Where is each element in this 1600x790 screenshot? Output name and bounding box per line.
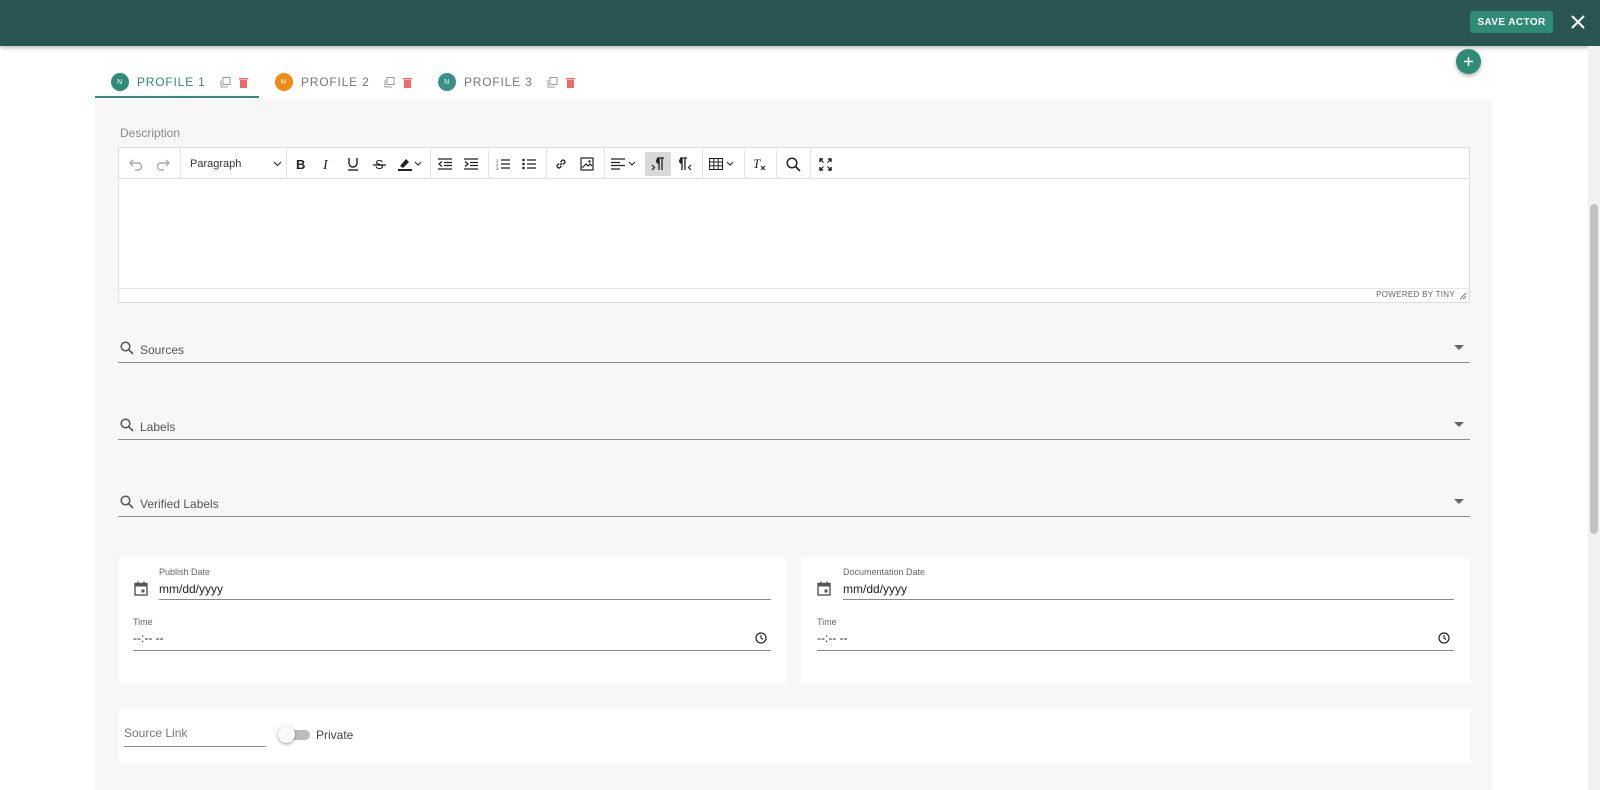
sources-placeholder: Sources: [140, 343, 185, 357]
profile-avatar: N: [111, 73, 129, 91]
redo-icon[interactable]: [151, 152, 175, 176]
tab-profile-1[interactable]: N PROFILE 1: [111, 66, 250, 98]
bold-icon[interactable]: B: [289, 152, 313, 176]
verified-labels-placeholder: Verified Labels: [140, 497, 219, 511]
tab-label: PROFILE 1: [137, 75, 206, 89]
strikethrough-icon[interactable]: S: [367, 152, 391, 176]
page-scrollbar[interactable]: [1588, 46, 1600, 790]
fullscreen-icon[interactable]: [813, 152, 837, 176]
documentation-time-input[interactable]: --:-- --: [817, 631, 848, 645]
documentation-date-card: Documentation Date mm/dd/yyyy Time --:--…: [801, 558, 1470, 683]
documentation-date-label: Documentation Date: [843, 567, 926, 577]
dropdown-arrow-icon[interactable]: [1454, 499, 1464, 504]
align-icon[interactable]: [607, 152, 641, 176]
search-icon: [120, 341, 134, 355]
svg-text:I: I: [322, 158, 329, 171]
source-link-card: Source Link Private: [118, 709, 1470, 763]
editor-toolbar: Paragraph B I S 123 T: [119, 148, 1469, 179]
publish-time-input[interactable]: --:-- --: [133, 631, 164, 645]
rich-text-editor[interactable]: Paragraph B I S 123 T POWERED BY TINY: [118, 147, 1470, 303]
italic-icon[interactable]: I: [315, 152, 339, 176]
verified-labels-field[interactable]: Verified Labels: [118, 489, 1470, 517]
calendar-icon[interactable]: [134, 581, 148, 596]
svg-text:3: 3: [496, 166, 499, 170]
active-tab-indicator: [95, 96, 259, 98]
search-icon[interactable]: [781, 152, 805, 176]
description-label: Description: [120, 126, 181, 140]
search-icon: [120, 495, 134, 509]
clock-icon[interactable]: [755, 632, 767, 644]
app-header: SAVE ACTOR: [0, 0, 1600, 46]
table-icon[interactable]: [705, 152, 739, 176]
tab-profile-2[interactable]: M PROFILE 2: [275, 66, 414, 98]
tab-label: PROFILE 2: [301, 75, 370, 89]
source-link-input[interactable]: Source Link: [124, 726, 187, 740]
numbered-list-icon[interactable]: 123: [491, 152, 515, 176]
block-format-value: Paragraph: [190, 158, 242, 170]
delete-icon[interactable]: [565, 75, 577, 89]
private-label: Private: [316, 728, 354, 742]
copy-icon[interactable]: [547, 75, 559, 89]
profile-avatar: M: [275, 73, 293, 91]
powered-by-label[interactable]: POWERED BY TINY: [1376, 290, 1455, 299]
undo-icon[interactable]: [124, 152, 148, 176]
bullet-list-icon[interactable]: [517, 152, 541, 176]
highlight-icon[interactable]: [393, 152, 427, 176]
ltr-icon[interactable]: [645, 152, 671, 176]
indent-icon[interactable]: [459, 152, 483, 176]
dropdown-arrow-icon[interactable]: [1454, 345, 1464, 350]
publish-date-card: Publish Date mm/dd/yyyy Time --:-- --: [118, 558, 787, 683]
close-icon[interactable]: [1568, 12, 1588, 32]
documentation-date-input[interactable]: mm/dd/yyyy: [843, 582, 907, 596]
copy-icon[interactable]: [384, 75, 396, 89]
tab-profile-3[interactable]: N PROFILE 3: [438, 66, 577, 98]
link-icon[interactable]: [549, 152, 573, 176]
calendar-icon[interactable]: [817, 581, 831, 596]
publish-date-input[interactable]: mm/dd/yyyy: [159, 582, 223, 596]
outdent-icon[interactable]: [433, 152, 457, 176]
tab-label: PROFILE 3: [464, 75, 533, 89]
documentation-time-label: Time: [817, 617, 837, 627]
clear-format-icon[interactable]: T: [747, 152, 771, 176]
profile-avatar: N: [438, 73, 456, 91]
rtl-icon[interactable]: [673, 152, 697, 176]
labels-placeholder: Labels: [140, 420, 176, 434]
copy-icon[interactable]: [220, 75, 232, 89]
search-icon: [120, 418, 134, 432]
labels-field[interactable]: Labels: [118, 412, 1470, 440]
svg-text:B: B: [296, 158, 305, 171]
publish-date-label: Publish Date: [159, 567, 211, 577]
private-toggle-knob[interactable]: [278, 726, 295, 743]
plus-icon: [1464, 57, 1473, 66]
save-actor-button[interactable]: SAVE ACTOR: [1470, 11, 1553, 33]
dropdown-arrow-icon[interactable]: [1454, 422, 1464, 427]
svg-text:T: T: [753, 157, 761, 171]
add-profile-button[interactable]: [1456, 49, 1481, 74]
scrollbar-thumb[interactable]: [1590, 204, 1598, 534]
delete-icon[interactable]: [238, 75, 250, 89]
sources-field[interactable]: Sources: [118, 335, 1470, 363]
clock-icon[interactable]: [1438, 632, 1450, 644]
editor-statusbar: POWERED BY TINY: [119, 288, 1469, 302]
resize-handle-icon[interactable]: [1459, 292, 1467, 300]
delete-icon[interactable]: [402, 75, 414, 89]
underline-icon[interactable]: [341, 152, 365, 176]
publish-time-label: Time: [133, 617, 153, 627]
block-format-select[interactable]: Paragraph: [182, 152, 286, 176]
image-icon[interactable]: [575, 152, 599, 176]
chevron-down-icon: [273, 161, 282, 167]
